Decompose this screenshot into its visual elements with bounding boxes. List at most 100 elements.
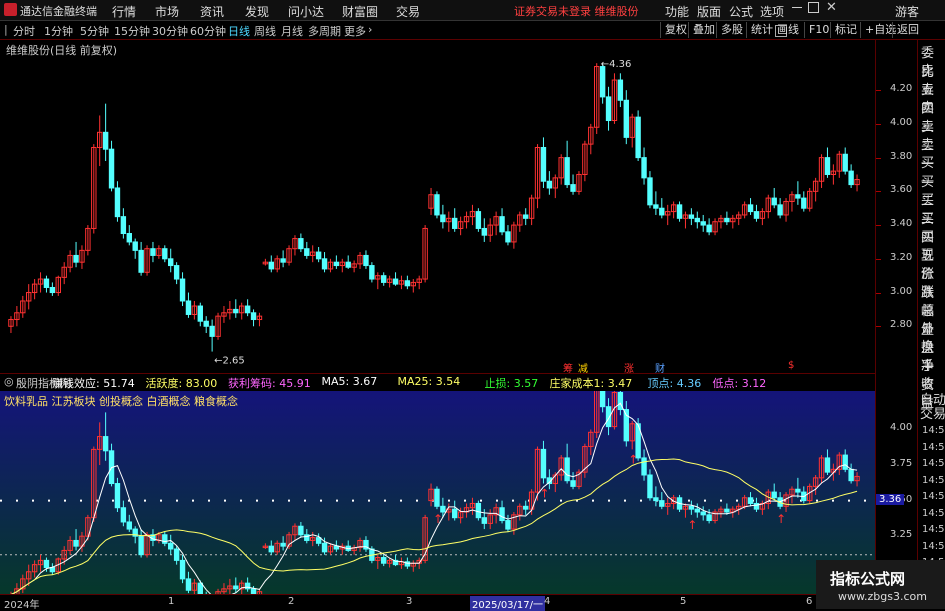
indicator-item: 顶点: 4.36 xyxy=(647,377,702,390)
time-entry: 14:56 xyxy=(922,524,945,535)
price-tick xyxy=(876,90,881,92)
candle-body xyxy=(848,170,854,186)
candle-body xyxy=(49,286,56,294)
btn-mark[interactable]: 标记 xyxy=(830,22,861,38)
time-label: 2 xyxy=(288,596,295,607)
candle-body xyxy=(298,238,304,250)
menu-trade[interactable]: 交易 xyxy=(396,3,420,20)
btn-multi-stock[interactable]: 多股 xyxy=(716,22,747,38)
candle-body xyxy=(404,280,411,287)
time-axis xyxy=(0,594,875,610)
indicator-candle-body xyxy=(747,497,754,504)
indicator-candle-body xyxy=(771,491,777,499)
menu-market[interactable]: 市场 xyxy=(155,3,179,20)
indicator-candle-body xyxy=(43,559,50,568)
indicator-chart[interactable]: ↑↑↑↑↑↑ xyxy=(0,391,875,594)
price-label: 3.60 xyxy=(890,184,913,196)
trade-label[interactable]: 交易 xyxy=(920,403,945,422)
candle-body xyxy=(120,216,127,235)
period-weekly[interactable]: 周线 xyxy=(254,23,276,39)
menu-ask-xiaoda[interactable]: 问小达 xyxy=(288,3,324,20)
indicator-candle-body xyxy=(381,557,387,564)
login-warning[interactable]: 证券交易未登录 维维股份 xyxy=(514,3,639,19)
price-tick xyxy=(876,292,881,294)
menu-function[interactable]: 功能 xyxy=(665,3,689,20)
menu-quotes[interactable]: 行情 xyxy=(112,3,136,20)
price-chart[interactable]: ←4.36 ←2.65 xyxy=(0,40,875,372)
btn-f10[interactable]: F10 xyxy=(804,22,833,38)
indicator-item: 庄家成本1: 3.47 xyxy=(549,377,633,390)
candle-body xyxy=(753,211,760,219)
chevron-right-icon[interactable]: › xyxy=(368,23,372,36)
candle-body xyxy=(505,231,511,243)
indicator-candle-body xyxy=(659,500,665,507)
period-more[interactable]: 更多 xyxy=(344,23,366,39)
period-30min[interactable]: 30分钟 xyxy=(152,23,188,39)
indicator-candle-body xyxy=(102,436,109,452)
indicator-item: 赚钱效应: 51.74 xyxy=(52,377,135,390)
indicator-candle-body xyxy=(641,457,647,476)
indicator-candle-body xyxy=(179,559,186,580)
candle-body xyxy=(676,204,683,219)
candle-body xyxy=(570,184,576,192)
period-60min[interactable]: 60分钟 xyxy=(190,23,226,39)
candle-body xyxy=(623,99,629,138)
period-toolbar: | 分时 1分钟 5分钟 15分钟 30分钟 60分钟 日线 周线 月线 多周期… xyxy=(0,21,945,40)
period-15min[interactable]: 15分钟 xyxy=(114,23,150,39)
menu-layout[interactable]: 版面 xyxy=(697,3,721,20)
btn-back[interactable]: 返回 xyxy=(892,22,923,38)
price-tick xyxy=(876,123,881,125)
menu-news[interactable]: 资讯 xyxy=(200,3,224,20)
btn-overlay[interactable]: 叠加 xyxy=(688,22,719,38)
candle-body xyxy=(333,261,340,267)
indicator-candle-body xyxy=(688,505,695,510)
time-entry: 14:56 xyxy=(922,441,945,453)
indicator-candle-body xyxy=(168,542,174,550)
indicator-toggle-icon[interactable]: ◎ xyxy=(4,375,14,388)
indicator-candle-body xyxy=(842,454,848,470)
price-label: 2.80 xyxy=(890,319,913,331)
indicator-candle-body xyxy=(481,517,487,524)
candle-body xyxy=(540,147,547,182)
menu-discover[interactable]: 发现 xyxy=(245,3,269,20)
menu-options[interactable]: 选项 xyxy=(760,3,784,20)
period-multi[interactable]: 多周期 xyxy=(308,23,341,39)
minimize-icon[interactable] xyxy=(792,7,802,8)
event-tag-dollar[interactable]: $ xyxy=(788,360,794,371)
candle-body xyxy=(392,278,399,285)
watermark-title: 指标公式网 xyxy=(830,570,906,588)
period-1min[interactable]: 1分钟 xyxy=(44,23,73,39)
indicator-candle-body xyxy=(824,457,831,473)
candle-body xyxy=(842,153,848,172)
period-monthly[interactable]: 月线 xyxy=(281,23,303,39)
indicator-candle-body xyxy=(653,497,659,502)
period-daily[interactable]: 日线 xyxy=(228,23,250,39)
candle-body xyxy=(209,325,215,337)
indicator-candle-body xyxy=(599,391,606,408)
candle-body xyxy=(647,177,653,206)
maximize-icon[interactable] xyxy=(808,2,819,13)
indicator-candle-body xyxy=(499,507,505,522)
app-logo-icon xyxy=(4,3,17,16)
period-5min[interactable]: 5分钟 xyxy=(80,23,109,39)
indicator-candle-body xyxy=(475,502,482,519)
indicator-candle-body xyxy=(440,505,446,513)
watermark: 指标公式网 www.zbgs3.com xyxy=(816,560,945,609)
btn-adjust[interactable]: 复权 xyxy=(660,22,691,38)
candle-body xyxy=(653,204,659,209)
time-label: 1 xyxy=(168,596,175,607)
candle-body xyxy=(179,278,186,302)
time-entry: 14:56 xyxy=(922,540,945,552)
close-icon[interactable]: ✕ xyxy=(826,0,837,15)
buy-arrow-icon: ↑ xyxy=(433,512,443,526)
menu-formula[interactable]: 公式 xyxy=(729,3,753,20)
indicator-candle-body xyxy=(848,468,854,482)
menu-guest[interactable]: 游客 xyxy=(895,3,919,20)
btn-draw[interactable]: 画线 xyxy=(773,22,803,38)
candle-body xyxy=(688,214,695,219)
period-intraday[interactable]: 分时 xyxy=(13,23,35,39)
indicator-candle-body xyxy=(564,457,570,482)
candle-body xyxy=(233,308,239,314)
candle-body xyxy=(452,217,458,229)
menu-wealth-circle[interactable]: 财富圈 xyxy=(342,3,378,20)
